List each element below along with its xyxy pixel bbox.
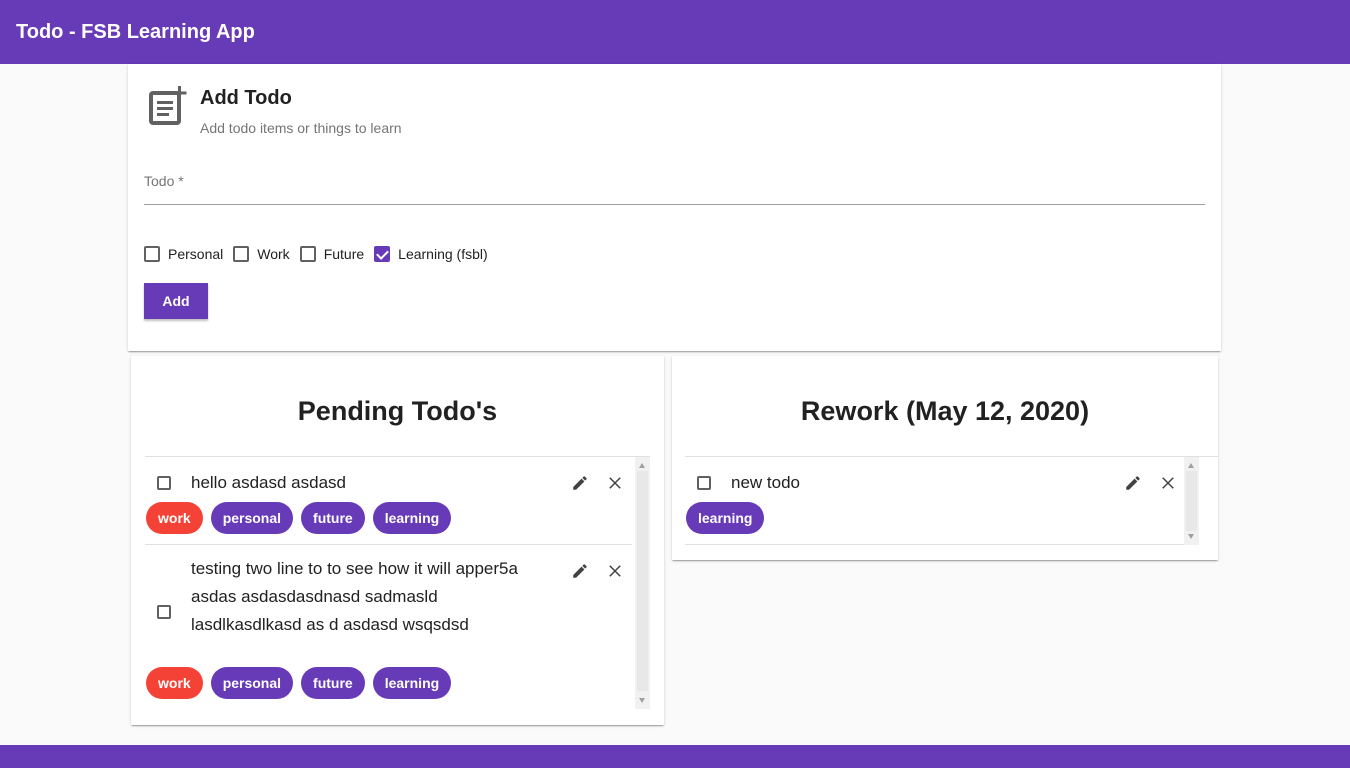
todo-item: new todo learning bbox=[685, 457, 1186, 545]
future-label: Future bbox=[323, 246, 365, 262]
tag-chip-future: future bbox=[301, 667, 365, 699]
tag-chips: learning bbox=[686, 502, 772, 534]
category-learning[interactable]: Learning (fsbl) bbox=[374, 246, 488, 262]
future-checkbox[interactable] bbox=[299, 246, 316, 262]
work-label: Work bbox=[257, 246, 290, 262]
pencil-icon[interactable] bbox=[571, 562, 589, 580]
tag-chip-learning: learning bbox=[686, 502, 765, 534]
app-title: Todo - FSB Learning App bbox=[16, 20, 255, 43]
rework-scrollbar[interactable] bbox=[1184, 457, 1199, 545]
tag-chip-future: future bbox=[301, 502, 365, 534]
category-work[interactable]: Work bbox=[233, 246, 290, 262]
todo-field[interactable]: Todo * bbox=[144, 164, 1205, 205]
rework-card: Rework (May 12, 2020) new todo learning bbox=[672, 356, 1218, 560]
scroll-down-arrow-icon[interactable] bbox=[639, 698, 645, 703]
add-todo-subtitle: Add todo items or things to learn bbox=[200, 120, 402, 136]
todo-checkbox[interactable] bbox=[157, 476, 171, 490]
close-icon[interactable] bbox=[1159, 474, 1177, 492]
scroll-thumb[interactable] bbox=[1186, 471, 1197, 531]
pencil-icon[interactable] bbox=[1124, 474, 1142, 492]
learning-checkbox[interactable] bbox=[374, 246, 391, 262]
tag-chip-work: work bbox=[146, 667, 203, 699]
pending-title: Pending Todo's bbox=[297, 396, 498, 426]
personal-label: Personal bbox=[168, 246, 224, 262]
learning-label: Learning (fsbl) bbox=[398, 246, 488, 262]
category-checkboxes: Personal Work Future Learning (fsbl) bbox=[144, 244, 498, 264]
todo-item: testing two line to to see how it will a… bbox=[145, 545, 632, 709]
tag-chips: work personal future learning bbox=[146, 502, 459, 534]
pending-scrollbar[interactable] bbox=[635, 457, 650, 709]
scroll-thumb[interactable] bbox=[637, 471, 648, 691]
note-add-icon bbox=[149, 86, 187, 125]
close-icon[interactable] bbox=[606, 474, 624, 492]
pencil-icon[interactable] bbox=[571, 474, 589, 492]
add-button[interactable]: Add bbox=[144, 283, 208, 319]
add-todo-title: Add Todo bbox=[200, 87, 292, 109]
pending-todos-card: Pending Todo's hello asdasd asdasd work … bbox=[131, 356, 664, 725]
tag-chip-learning: learning bbox=[372, 667, 452, 699]
close-icon[interactable] bbox=[606, 562, 624, 580]
todo-item: hello asdasd asdasd work personal future… bbox=[145, 457, 632, 545]
tag-chip-work: work bbox=[146, 502, 203, 534]
todo-text: new todo bbox=[731, 473, 800, 492]
rework-title: Rework (May 12, 2020) bbox=[800, 396, 1090, 426]
scroll-up-arrow-icon[interactable] bbox=[639, 463, 645, 468]
scroll-up-arrow-icon[interactable] bbox=[1188, 463, 1194, 468]
tag-chip-personal: personal bbox=[210, 667, 294, 699]
todo-checkbox[interactable] bbox=[697, 476, 711, 490]
todo-checkbox[interactable] bbox=[157, 605, 171, 619]
tag-chips: work personal future learning bbox=[146, 667, 459, 699]
todo-text: testing two line to to see how it will a… bbox=[191, 559, 518, 634]
work-checkbox[interactable] bbox=[233, 246, 250, 262]
todo-input[interactable] bbox=[144, 164, 1205, 204]
tag-chip-personal: personal bbox=[210, 502, 294, 534]
tag-chip-learning: learning bbox=[372, 502, 452, 534]
personal-checkbox[interactable] bbox=[144, 246, 160, 262]
add-todo-card: Add Todo Add todo items or things to lea… bbox=[128, 64, 1221, 351]
app-footer bbox=[0, 745, 1350, 768]
todo-text: hello asdasd asdasd bbox=[191, 473, 347, 492]
rework-list: new todo learning bbox=[685, 456, 1218, 545]
pending-list: hello asdasd asdasd work personal future… bbox=[145, 456, 650, 709]
category-personal[interactable]: Personal bbox=[144, 246, 223, 262]
app-toolbar: Todo - FSB Learning App bbox=[0, 0, 1350, 64]
category-future[interactable]: Future bbox=[299, 246, 365, 262]
scroll-down-arrow-icon[interactable] bbox=[1188, 534, 1194, 539]
